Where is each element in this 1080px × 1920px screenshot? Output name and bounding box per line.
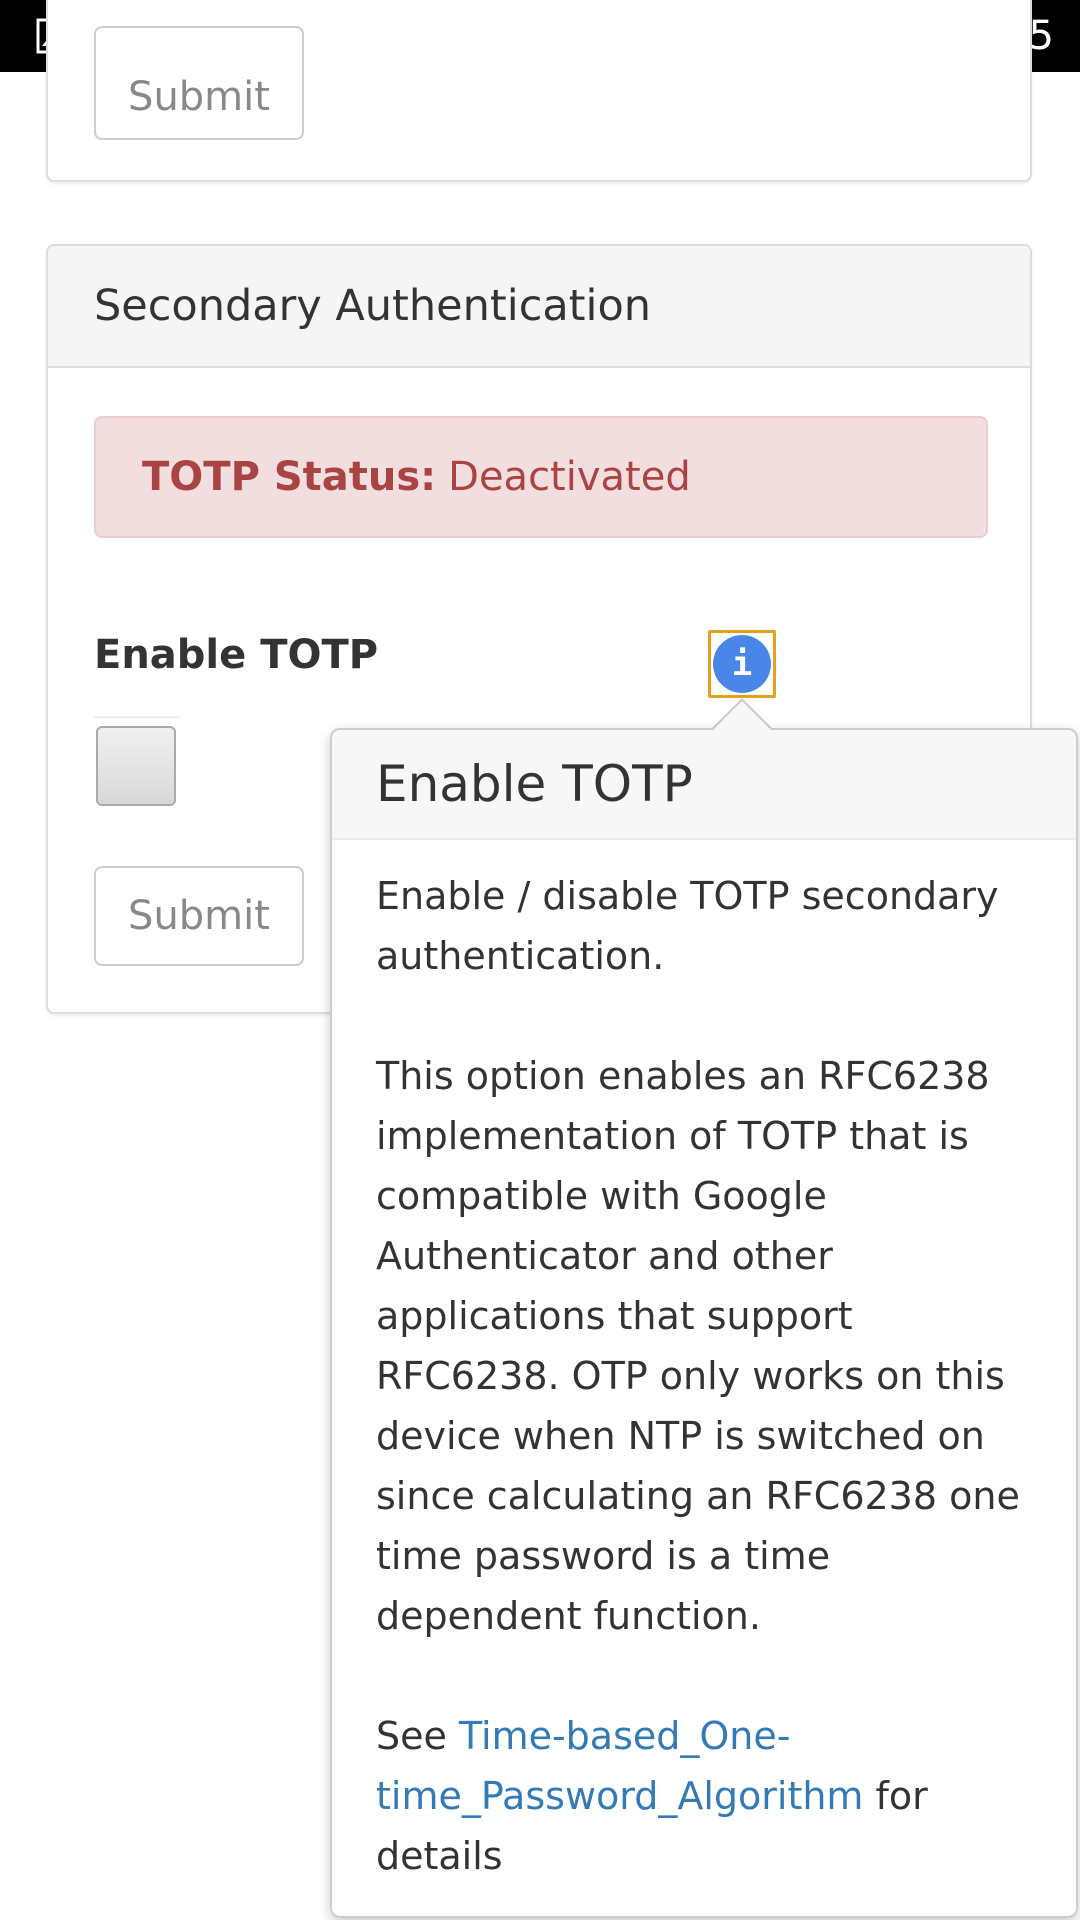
popover-paragraph-1: Enable / disable TOTP secondary authenti… [376, 874, 999, 978]
popover-paragraph-2: This option enables an RFC6238 implement… [376, 1054, 1020, 1638]
info-button-focus-ring[interactable]: i [708, 630, 776, 698]
popover-see-also: See Time-based_One-time_Password_Algorit… [376, 1706, 1036, 1886]
totp-status-label: TOTP Status: [142, 454, 437, 500]
enable-totp-label: Enable TOTP [94, 632, 379, 678]
info-icon[interactable]: i [713, 635, 771, 693]
panel-heading: Secondary Authentication [48, 246, 1030, 368]
submit-button[interactable]: Submit [94, 866, 304, 966]
popover-body: Enable / disable TOTP secondary authenti… [332, 840, 1076, 1886]
enable-totp-popover: Enable TOTP Enable / disable TOTP second… [330, 728, 1078, 1918]
checkbox-wrapper [94, 716, 180, 816]
enable-totp-checkbox[interactable] [96, 726, 176, 806]
previous-submit-button[interactable]: Submit [94, 26, 304, 140]
totp-status-value: Deactivated [448, 454, 691, 500]
popover-arrow-fill [712, 701, 772, 731]
see-prefix: See [376, 1714, 459, 1758]
totp-status-alert: TOTP Status: Deactivated [94, 416, 988, 538]
previous-panel: Submit [46, 0, 1032, 182]
popover-title: Enable TOTP [332, 730, 1076, 840]
